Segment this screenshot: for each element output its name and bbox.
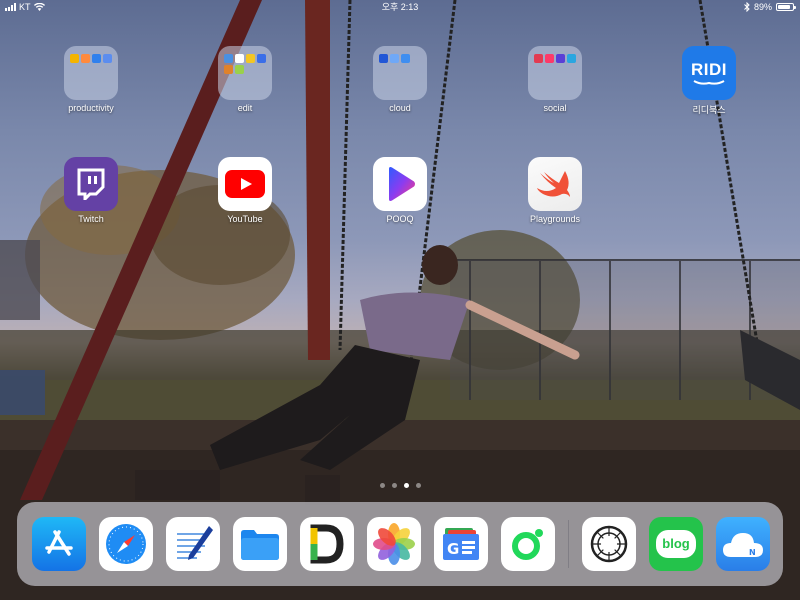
status-right: 89% [744,0,796,14]
folder-tile [64,46,118,100]
folder-productivity[interactable]: productivity [41,46,141,113]
pooq-icon [373,157,427,211]
app-playgrounds[interactable]: Playgrounds [505,157,605,224]
folder-tile [528,46,582,100]
page-indicator[interactable] [0,483,800,488]
folder-social[interactable]: social [505,46,605,113]
battery-percent: 89% [753,2,772,12]
folder-mini-app-icon [534,54,543,63]
folder-tile [218,46,272,100]
folder-mini-app-icon [390,54,399,63]
app-label: 리디북스 [692,105,726,115]
dock: G blog N [17,502,783,586]
folder-cloud[interactable]: cloud [350,46,450,113]
folder-mini-app-icon [103,54,112,63]
youtube-icon [218,157,272,211]
folder-mini-app-icon [224,65,233,74]
swift-icon [528,157,582,211]
folder-mini-app-icon [235,65,244,74]
ridi-icon: RIDI [682,46,736,100]
app-label: Twitch [78,214,104,224]
vsco-icon[interactable] [582,517,636,571]
battery-icon [776,3,796,11]
folder-tile [373,46,427,100]
app-ridibooks[interactable]: RIDI 리디북스 [659,46,759,116]
safari-icon[interactable] [99,517,153,571]
folder-mini-app-icon [81,54,90,63]
folder-edit[interactable]: edit [195,46,295,113]
app-label: YouTube [227,214,263,224]
status-bar: KT 오후 2:13 89% [0,0,800,14]
google-news-icon[interactable]: G [434,517,488,571]
photos-icon[interactable] [367,517,421,571]
dock-divider [568,520,569,568]
ncloud-icon[interactable]: N [716,517,770,571]
green-ring-icon[interactable] [501,517,555,571]
folder-mini-app-icon [556,54,565,63]
folder-label: social [543,103,567,113]
page-dot[interactable] [379,483,385,488]
folder-label: cloud [389,103,411,113]
folder-label: edit [237,103,253,113]
folder-mini-app-icon [379,54,388,63]
app-pooq[interactable]: POOQ [350,157,450,224]
dictionary-d-icon[interactable] [300,517,354,571]
folder-label: productivity [68,103,114,113]
app-twitch[interactable]: Twitch [41,157,141,224]
blog-icon[interactable]: blog [649,517,703,571]
app-store-icon[interactable] [32,517,86,571]
ridi-icon-text: RIDI [691,60,727,79]
twitch-icon [64,157,118,211]
folder-mini-app-icon [235,54,244,63]
files-folder-icon[interactable] [233,517,287,571]
status-time: 오후 2:13 [381,2,419,12]
folder-mini-app-icon [70,54,79,63]
app-youtube[interactable]: YouTube [195,157,295,224]
blog-icon-text: blog [662,536,690,551]
folder-mini-app-icon [401,54,410,63]
folder-mini-app-icon [545,54,554,63]
svg-text:G: G [447,540,459,558]
page-dot[interactable] [403,483,409,488]
book-curve-icon [693,80,725,85]
folder-mini-app-icon [567,54,576,63]
battery-fill [778,5,791,9]
notes-pen-icon[interactable] [166,517,220,571]
page-dot[interactable] [391,483,397,488]
app-label: POOQ [386,214,414,224]
folder-mini-app-icon [224,54,233,63]
bluetooth-icon [744,2,750,12]
blog-bubble: blog [656,530,696,558]
folder-mini-app-icon [257,54,266,63]
ncloud-icon-text: N [749,548,756,557]
app-label: Playgrounds [529,214,581,224]
folder-mini-app-icon [92,54,101,63]
folder-mini-app-icon [246,54,255,63]
page-dot[interactable] [415,483,421,488]
